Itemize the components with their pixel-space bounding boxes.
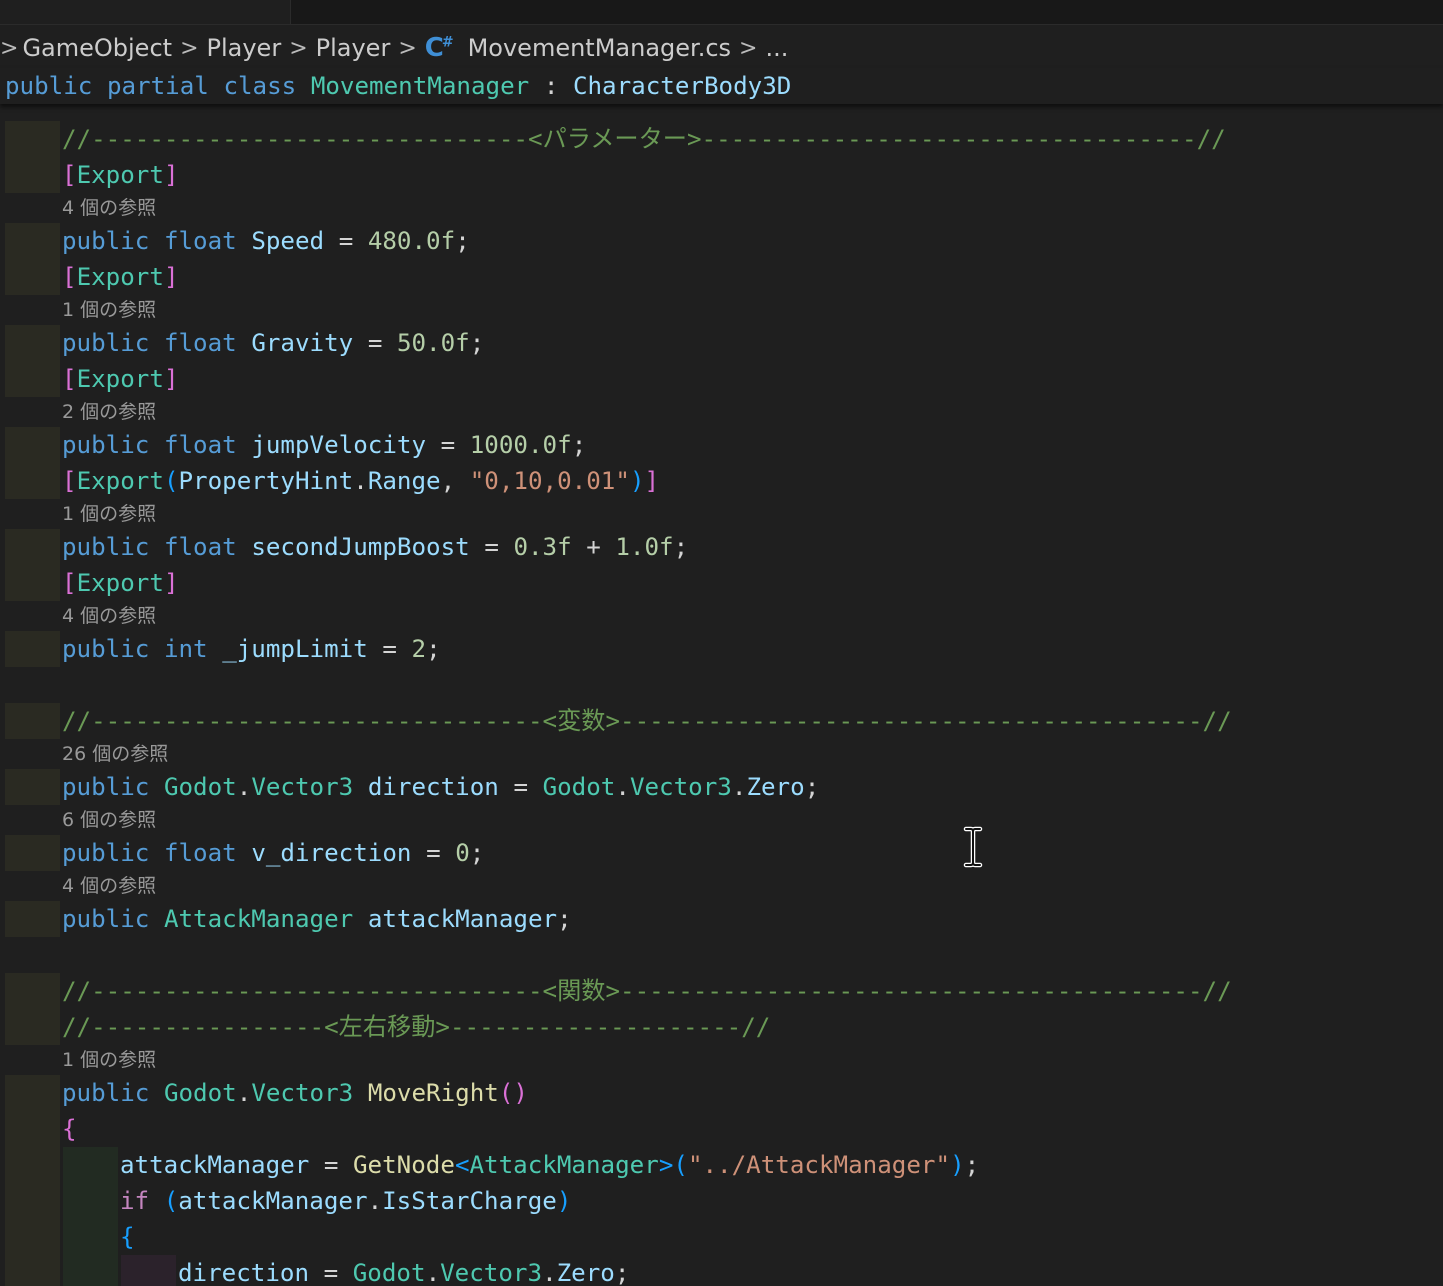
code-line-jump-velocity: public float jumpVelocity = 1000.0f; [62, 431, 587, 459]
ibeam-cursor-icon [963, 826, 983, 868]
chevron-right-icon: > [739, 35, 758, 61]
code-lens-references[interactable]: 2 個の参照 [62, 397, 156, 427]
sticky-scroll-line[interactable]: public partial class MovementManager : C… [0, 68, 1443, 104]
indent-guide [5, 1075, 60, 1286]
code-line-get-node: attackManager = GetNode<AttackManager>("… [120, 1151, 980, 1179]
code-line-open-brace: { [62, 1115, 77, 1143]
indent-guide [5, 529, 60, 601]
chevron-right-icon: > [180, 35, 199, 61]
code-line-if: if (attackManager.IsStarCharge) [120, 1187, 572, 1215]
breadcrumb-item-player-2[interactable]: Player [316, 34, 391, 62]
breadcrumb-item-player[interactable]: Player [207, 34, 282, 62]
indent-guide [121, 1255, 176, 1286]
indent-guide [5, 121, 60, 193]
code-line-direction-zero: direction = Godot.Vector3.Zero; [178, 1259, 630, 1286]
code-line-export: [Export] [62, 569, 179, 597]
code-lens-references[interactable]: 4 個の参照 [62, 193, 156, 223]
breadcrumb: > GameObject > Player > Player > C# Move… [0, 28, 788, 68]
code-line-second-jump: public float secondJumpBoost = 0.3f + 1.… [62, 533, 689, 561]
code-lens-references[interactable]: 4 個の参照 [62, 871, 156, 901]
code-line-param-header: //------------------------------<パラメーター>… [62, 125, 1226, 153]
breadcrumb-item-gameobject[interactable]: GameObject [22, 34, 172, 62]
indent-guide [5, 325, 60, 397]
indent-guide [63, 1147, 118, 1286]
code-lens-references[interactable]: 1 個の参照 [62, 295, 156, 325]
code-line-attack-manager: public AttackManager attackManager; [62, 905, 572, 933]
code-line-speed: public float Speed = 480.0f; [62, 227, 470, 255]
code-line-class-decl: public partial class MovementManager : C… [5, 72, 792, 100]
code-lens-references[interactable]: 26 個の参照 [62, 739, 168, 769]
indent-guide [5, 223, 60, 295]
indent-guide [5, 769, 60, 805]
chevron-right-icon: > [289, 35, 308, 61]
breadcrumb-item-more[interactable]: ... [765, 34, 788, 62]
code-line-direction: public Godot.Vector3 direction = Godot.V… [62, 773, 820, 801]
indent-guide [5, 703, 60, 739]
code-line-func-header: //-------------------------------<関数>---… [62, 977, 1232, 1005]
indent-guide [5, 901, 60, 937]
tab-strip [0, 0, 1443, 25]
breadcrumb-item-file[interactable]: MovementManager.cs [468, 34, 731, 62]
code-line-inner-brace: { [120, 1223, 135, 1251]
code-line-var-header: //-------------------------------<変数>---… [62, 707, 1232, 735]
code-line-export: [Export] [62, 263, 179, 291]
code-line-move-header: //----------------<左右移動>----------------… [62, 1013, 771, 1041]
code-lens-references[interactable]: 4 個の参照 [62, 601, 156, 631]
code-lens-references[interactable]: 1 個の参照 [62, 499, 156, 529]
code-line-export: [Export] [62, 161, 179, 189]
code-line-move-right: public Godot.Vector3 MoveRight() [62, 1079, 528, 1107]
indent-guide [5, 427, 60, 499]
indent-guide [5, 973, 60, 1045]
indent-guide [5, 631, 60, 667]
csharp-file-icon: C# [424, 33, 454, 63]
active-tab[interactable] [0, 0, 291, 24]
code-line-export-range: [Export(PropertyHint.Range, "0,10,0.01")… [62, 467, 660, 495]
chevron-right-icon: > [0, 35, 19, 61]
code-line-gravity: public float Gravity = 50.0f; [62, 329, 485, 357]
code-line-v-direction: public float v_direction = 0; [62, 839, 485, 867]
code-line-export: [Export] [62, 365, 179, 393]
code-editor[interactable]: > GameObject > Player > Player > C# Move… [0, 0, 1443, 1286]
code-line-jump-limit: public int _jumpLimit = 2; [62, 635, 441, 663]
indent-guide [5, 835, 60, 871]
code-lens-references[interactable]: 1 個の参照 [62, 1045, 156, 1075]
chevron-right-icon: > [398, 35, 417, 61]
code-lens-references[interactable]: 6 個の参照 [62, 805, 156, 835]
